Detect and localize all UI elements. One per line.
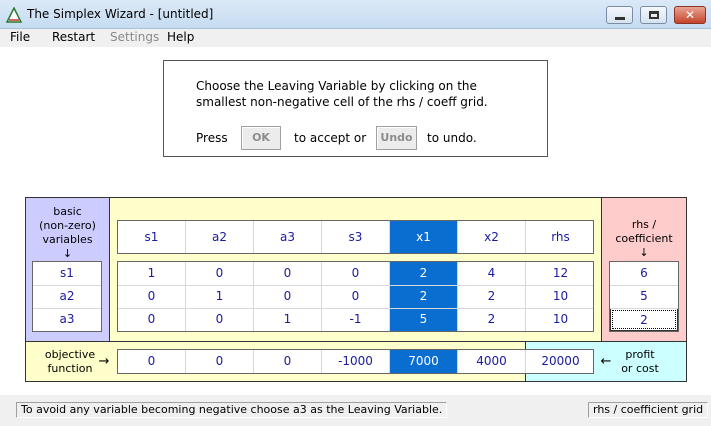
column-header-a3[interactable]: a3	[254, 221, 322, 253]
close-icon: ✕	[684, 8, 696, 22]
ratio-cell-focused[interactable]: 2	[610, 308, 678, 331]
press-label: Press	[196, 131, 228, 145]
title-bar: The Simplex Wizard - [untitled] ✕	[0, 0, 711, 29]
column-header-a2[interactable]: a2	[186, 221, 254, 253]
tableau-cell[interactable]: 2	[458, 308, 526, 331]
grid-row-divider	[118, 285, 593, 286]
minimize-icon	[615, 17, 625, 20]
tableau-cell[interactable]: 0	[254, 262, 322, 285]
tableau-cell[interactable]: 1	[118, 262, 186, 285]
left-arrow-icon: ←	[600, 354, 612, 369]
app-icon	[6, 7, 22, 23]
column-header-s3[interactable]: s3	[322, 221, 390, 253]
tableau-cell[interactable]: 0	[118, 285, 186, 308]
tableau-cell[interactable]: 2	[390, 285, 458, 308]
maximize-button[interactable]	[640, 6, 667, 24]
ratio-cell[interactable]: 6	[610, 262, 678, 285]
objective-cell[interactable]: -1000	[322, 350, 390, 373]
objective-grid[interactable]: 0 0 0 -1000 7000 4000 20000	[117, 349, 594, 374]
menu-file[interactable]: File	[10, 30, 30, 44]
rhs-label-line-1: rhs /	[631, 218, 657, 231]
basic-variable-cell[interactable]: s1	[33, 262, 101, 285]
basic-variable-cell[interactable]: a2	[33, 285, 101, 308]
tableau-cell[interactable]: 10	[526, 285, 595, 308]
column-header-x1[interactable]: x1	[390, 221, 458, 253]
rhs-coefficient-grid[interactable]: 652	[609, 261, 679, 332]
column-header-grid[interactable]: s1 a2 a3 s3 x1 x2 rhs	[117, 220, 594, 254]
objective-cell[interactable]: 20000	[526, 350, 595, 373]
tableau-cell[interactable]: 1	[186, 285, 254, 308]
objective-label-line-1: objective	[44, 348, 96, 361]
tableau-cell[interactable]: 12	[526, 262, 595, 285]
tableau-cell[interactable]: 10	[526, 308, 595, 331]
undo-button[interactable]: Undo	[376, 126, 417, 150]
objective-cell[interactable]: 4000	[458, 350, 526, 373]
menu-restart[interactable]: Restart	[52, 30, 95, 44]
instruction-line-1: Choose the Leaving Variable by clicking …	[196, 79, 477, 93]
tableau-cell[interactable]: 0	[322, 285, 390, 308]
tableau-cell[interactable]: 5	[390, 308, 458, 331]
grid-row-divider	[118, 308, 593, 309]
coefficient-grid[interactable]: 1 0 0 0 2 4 12 0 1 0 0 2 2 10 0 0 1 -1 5 2 10	[117, 261, 594, 332]
down-arrow-icon: ↓	[62, 247, 73, 260]
status-bar: To avoid any variable becoming negative …	[0, 395, 711, 426]
tableau-cell[interactable]: 2	[390, 262, 458, 285]
basic-label-line-1: basic	[53, 205, 82, 218]
window-title: The Simplex Wizard - [untitled]	[27, 7, 214, 21]
objective-cell[interactable]: 0	[118, 350, 186, 373]
menu-settings[interactable]: Settings	[110, 30, 159, 44]
grid-row-divider	[610, 308, 678, 309]
menu-help[interactable]: Help	[167, 30, 194, 44]
objective-cell[interactable]: 0	[186, 350, 254, 373]
objective-cell[interactable]: 0	[254, 350, 322, 373]
tableau-cell[interactable]: 0	[254, 285, 322, 308]
objective-label-line-2: function	[47, 362, 93, 375]
tableau-cell[interactable]: 0	[118, 308, 186, 331]
status-message: To avoid any variable becoming negative …	[16, 402, 448, 418]
profit-label-line-2: or cost	[621, 362, 659, 375]
basic-variable-cell[interactable]: a3	[33, 308, 101, 331]
ok-button[interactable]: OK	[241, 126, 281, 150]
column-header-rhs[interactable]: rhs	[526, 221, 595, 253]
tableau-cell[interactable]: 2	[458, 285, 526, 308]
ratio-cell[interactable]: 5	[610, 285, 678, 308]
right-arrow-icon: →	[98, 354, 110, 369]
status-pane: rhs / coefficient grid	[588, 402, 709, 418]
grid-row-divider	[610, 285, 678, 286]
menu-bar: File Restart Settings Help	[0, 29, 711, 47]
basic-variables-grid[interactable]: s1 a2 a3	[32, 261, 102, 332]
instruction-box: Choose the Leaving Variable by clicking …	[163, 60, 548, 157]
instruction-line-2: smallest non-negative cell of the rhs / …	[196, 95, 488, 109]
tableau-cell[interactable]: 0	[186, 262, 254, 285]
tableau-cell[interactable]: 0	[186, 308, 254, 331]
accept-label: to accept or	[294, 131, 367, 145]
maximize-icon	[649, 11, 659, 19]
basic-label-line-2: (non-zero)	[39, 219, 96, 232]
basic-label-line-3: variables	[42, 233, 93, 246]
tableau-cell[interactable]: 4	[458, 262, 526, 285]
tableau-cell[interactable]: 1	[254, 308, 322, 331]
rhs-label-line-2: coefficient	[615, 232, 673, 245]
column-header-x2[interactable]: x2	[458, 221, 526, 253]
undo-label: to undo.	[427, 131, 477, 145]
minimize-button[interactable]	[606, 6, 633, 24]
profit-label-line-1: profit	[625, 348, 655, 361]
down-arrow-icon: ↓	[639, 246, 649, 259]
grid-row-divider	[33, 308, 101, 309]
objective-cell[interactable]: 7000	[390, 350, 458, 373]
grid-row-divider	[33, 285, 101, 286]
tableau-cell[interactable]: 0	[322, 262, 390, 285]
column-header-s1[interactable]: s1	[118, 221, 186, 253]
close-button[interactable]: ✕	[674, 6, 706, 24]
tableau-cell[interactable]: -1	[322, 308, 390, 331]
